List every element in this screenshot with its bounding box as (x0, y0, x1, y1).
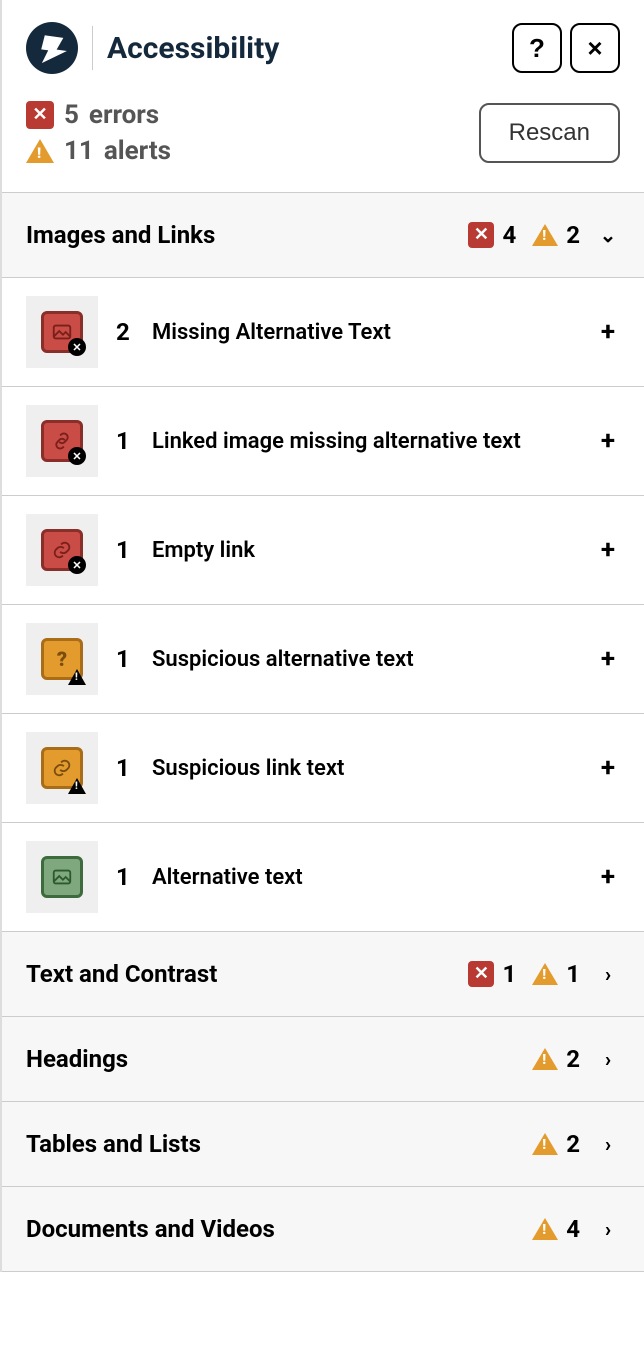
alert-icon (532, 1133, 558, 1155)
issue-label: Suspicious link text (152, 756, 578, 781)
close-icon: × (587, 33, 602, 64)
errors-summary: ✕ 5 errors (26, 100, 171, 130)
issue-type-icon: ✕ (41, 311, 83, 353)
category-alert-count: 4 (532, 1215, 580, 1243)
expand-icon: + (596, 317, 620, 347)
category-header[interactable]: Text and Contrast✕11› (2, 932, 644, 1017)
count-value: 2 (566, 221, 580, 249)
issue-icon-wrap: ✕ (26, 405, 98, 477)
chevron-right-icon: › (596, 1132, 620, 1156)
issue-row[interactable]: 1 Suspicious link text + (2, 714, 644, 823)
expand-icon: + (596, 426, 620, 456)
issue-label: Suspicious alternative text (152, 647, 578, 672)
alerts-summary: 11 alerts (26, 136, 171, 166)
issue-row[interactable]: ✕ 1 Empty link + (2, 496, 644, 605)
issue-label: Alternative text (152, 865, 578, 890)
close-button[interactable]: × (570, 23, 620, 73)
alerts-count: 11 (64, 136, 94, 166)
error-icon: ✕ (26, 101, 54, 129)
count-value: 1 (566, 960, 580, 988)
alert-icon (532, 1048, 558, 1070)
issue-row[interactable]: ✕ 1 Linked image missing alternative text + (2, 387, 644, 496)
category-title: Text and Contrast (26, 960, 452, 988)
issue-count: 1 (116, 536, 134, 564)
category-alert-count: 2 (532, 221, 580, 249)
category-title: Headings (26, 1045, 516, 1073)
category-alert-count: 1 (532, 960, 580, 988)
issue-type-icon (41, 747, 83, 789)
summary-row: ✕ 5 errors 11 alerts Rescan (2, 90, 644, 192)
count-value: 4 (566, 1215, 580, 1243)
app-logo-icon (26, 22, 78, 74)
chevron-down-icon: ⌄ (596, 223, 620, 247)
category-header[interactable]: Documents and Videos 4 › (2, 1187, 644, 1272)
issue-icon-wrap (26, 732, 98, 804)
issue-type-icon: ? (41, 638, 83, 680)
category-error-count: ✕1 (468, 960, 516, 988)
help-icon: ? (529, 33, 545, 64)
chevron-right-icon: › (596, 1217, 620, 1241)
issue-icon-wrap: ✕ (26, 514, 98, 586)
issue-label: Empty link (152, 538, 578, 563)
header-actions: ? × (512, 23, 620, 73)
count-value: 2 (566, 1045, 580, 1073)
error-corner-icon: ✕ (68, 447, 86, 465)
error-icon: ✕ (468, 222, 494, 248)
issue-count: 1 (116, 427, 134, 455)
alert-icon (26, 139, 54, 163)
issue-row[interactable]: ✕ 2 Missing Alternative Text + (2, 278, 644, 387)
error-icon: ✕ (468, 961, 494, 987)
issue-count: 1 (116, 754, 134, 782)
category-title: Tables and Lists (26, 1130, 516, 1158)
panel-title: Accessibility (107, 31, 279, 66)
issue-count: 1 (116, 645, 134, 673)
error-corner-icon: ✕ (68, 338, 86, 356)
category-alert-count: 2 (532, 1130, 580, 1158)
help-button[interactable]: ? (512, 23, 562, 73)
alert-corner-icon (68, 669, 86, 685)
issue-icon-wrap: ✕ (26, 296, 98, 368)
issue-count: 1 (116, 863, 134, 891)
header-divider (92, 26, 93, 70)
issue-type-icon: ✕ (41, 420, 83, 462)
alert-corner-icon (68, 778, 86, 794)
summary-counts: ✕ 5 errors 11 alerts (26, 100, 171, 166)
issue-row[interactable]: ? 1 Suspicious alternative text + (2, 605, 644, 714)
rescan-button[interactable]: Rescan (479, 103, 620, 163)
count-value: 2 (566, 1130, 580, 1158)
expand-icon: + (596, 644, 620, 674)
alert-icon (532, 224, 558, 246)
issue-type-icon: ✕ (41, 529, 83, 571)
issue-label: Linked image missing alternative text (152, 429, 578, 454)
expand-icon: + (596, 862, 620, 892)
alert-icon (532, 963, 558, 985)
count-value: 1 (502, 960, 516, 988)
header-left: Accessibility (26, 22, 279, 74)
panel-header: Accessibility ? × (2, 0, 644, 90)
issue-icon-wrap: ? (26, 623, 98, 695)
issue-icon-wrap (26, 841, 98, 913)
issue-type-icon (41, 856, 83, 898)
issue-label: Missing Alternative Text (152, 320, 578, 345)
category-title: Images and Links (26, 221, 452, 249)
issue-count: 2 (116, 318, 134, 346)
category-alert-count: 2 (532, 1045, 580, 1073)
issue-row[interactable]: 1 Alternative text + (2, 823, 644, 932)
alert-icon (532, 1218, 558, 1240)
expand-icon: + (596, 753, 620, 783)
expand-icon: + (596, 535, 620, 565)
error-corner-icon: ✕ (68, 556, 86, 574)
category-header[interactable]: Headings 2 › (2, 1017, 644, 1102)
count-value: 4 (502, 221, 516, 249)
category-title: Documents and Videos (26, 1215, 516, 1243)
errors-label: errors (89, 100, 159, 130)
chevron-right-icon: › (596, 962, 620, 986)
category-header[interactable]: Images and Links✕42⌄ (2, 193, 644, 278)
chevron-right-icon: › (596, 1047, 620, 1071)
alerts-label: alerts (104, 136, 171, 166)
errors-count: 5 (64, 100, 79, 130)
category-error-count: ✕4 (468, 221, 516, 249)
category-header[interactable]: Tables and Lists 2 › (2, 1102, 644, 1187)
categories-list: Images and Links✕42⌄✕2Missing Alternativ… (2, 192, 644, 1272)
